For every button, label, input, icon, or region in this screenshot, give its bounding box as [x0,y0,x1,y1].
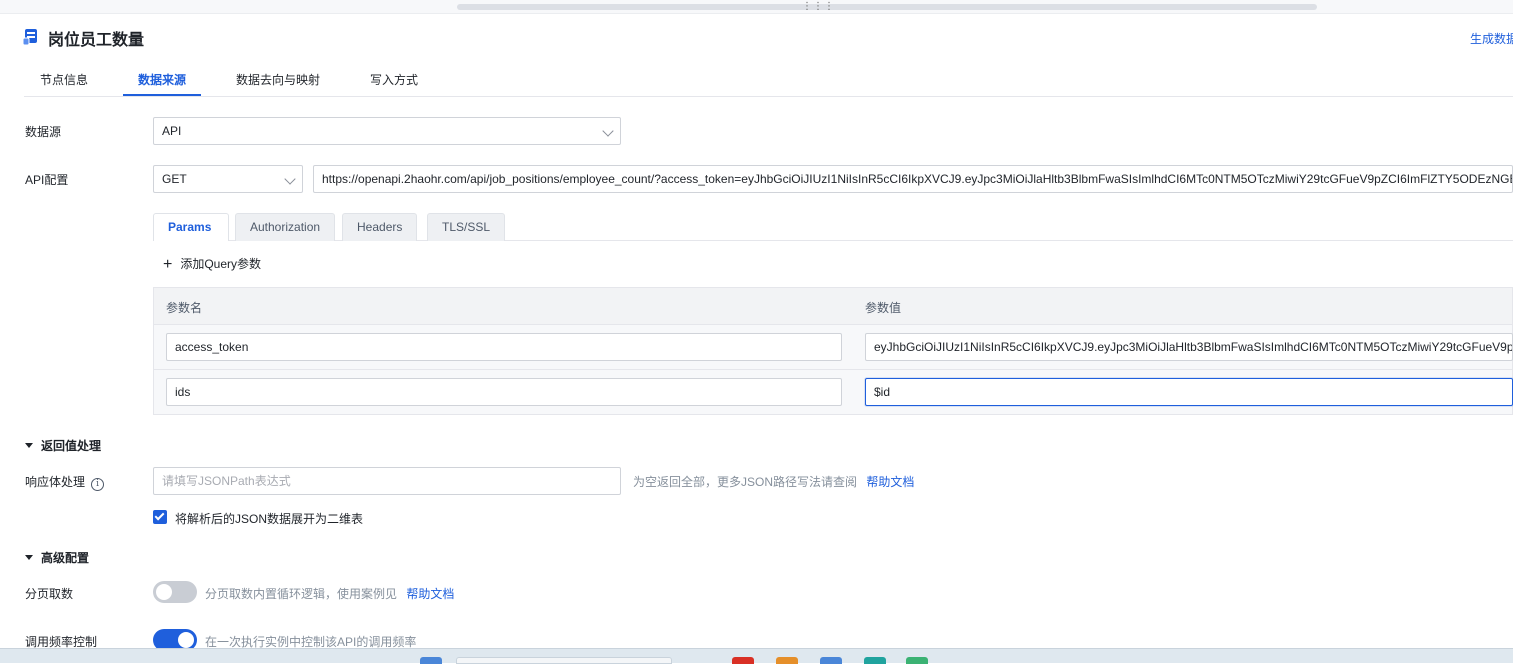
caret-down-icon [25,555,33,560]
toggle-knob [178,632,194,648]
param-name-input[interactable]: access_token [166,333,842,361]
active-tab-indicator [123,94,201,96]
table-row: access_token eyJhbGciOiJIUzI1NiIsInR5cCI… [154,325,1513,370]
plus-icon: + [163,256,173,273]
datasource-select-value: API [162,124,182,138]
param-value-value: $id [874,385,891,399]
add-query-param-button[interactable]: + 添加Query参数 [163,255,261,273]
params-table-header: 参数名 参数值 [154,288,1512,325]
return-section-title: 返回值处理 [41,439,102,453]
flatten-json-label: 将解析后的JSON数据展开为二维表 [175,512,364,526]
checkmark-icon [154,510,165,521]
jsonpath-hint-text: 为空返回全部，更多JSON路径写法请查阅 [633,475,858,489]
page-title: 岗位员工数量 [48,32,145,49]
subtab-authorization[interactable]: Authorization [235,213,336,241]
os-taskbar [0,648,1513,664]
datasource-select[interactable]: API [153,117,621,145]
response-body-label: 响应体处理 [25,475,86,489]
paging-hint-text: 分页取数内置循环逻辑，使用案例见 [205,587,398,601]
paging-toggle[interactable] [153,581,197,603]
jsonpath-hint: 为空返回全部，更多JSON路径写法请查阅 帮助文档 [633,473,914,490]
horizontal-scrollbar[interactable] [457,4,1317,10]
param-name-value: access_token [175,340,249,354]
page-header: 岗位员工数量 生成数据 [0,22,1513,52]
jsonpath-placeholder: 请填写JSONPath表达式 [162,474,291,488]
node-table-icon [22,29,37,46]
chevron-down-icon [284,173,296,185]
table-row: ids $id [154,370,1513,415]
advanced-section-toggle[interactable]: 高级配置 [25,549,89,566]
response-body-label-row: 响应体处理 i [25,473,105,491]
jsonpath-input[interactable]: 请填写JSONPath表达式 [153,467,621,495]
info-icon[interactable]: i [91,478,105,491]
param-value-input[interactable]: eyJhbGciOiJIUzI1NiIsInR5cCI6IkpXVCJ9.eyJ… [865,333,1513,361]
param-name-header: 参数名 [166,301,203,315]
paging-label: 分页取数 [25,587,74,601]
param-value-input[interactable]: $id [865,378,1513,406]
advanced-section-title: 高级配置 [41,551,90,565]
return-section-toggle[interactable]: 返回值处理 [25,437,101,454]
param-value-value: eyJhbGciOiJIUzI1NiIsInR5cCI6IkpXVCJ9.eyJ… [874,340,1513,354]
tab-data-destination-mapping[interactable]: 数据去向与映射 [236,71,320,88]
drag-handle-icon[interactable]: ⋮⋮⋮ [802,1,835,12]
toggle-knob [156,584,172,600]
subtab-headers[interactable]: Headers [342,213,418,241]
add-query-param-label: 添加Query参数 [180,257,262,271]
generate-data-link[interactable]: 生成数据 [1470,30,1513,47]
tab-write-mode[interactable]: 写入方式 [370,71,418,88]
paging-help-link[interactable]: 帮助文档 [406,587,454,601]
subtab-tls-ssl[interactable]: TLS/SSL [427,213,506,241]
api-config-label: API配置 [25,173,69,187]
http-method-value: GET [162,172,187,186]
tab-data-source[interactable]: 数据来源 [138,71,186,88]
window-top-strip: ⋮⋮⋮ [0,0,1513,14]
param-name-input[interactable]: ids [166,378,842,406]
params-table: 参数名 参数值 access_token eyJhbGciOiJIUzI1NiI… [153,287,1513,415]
flatten-json-checkbox[interactable] [153,510,167,524]
datasource-label: 数据源 [25,125,62,139]
request-subtabs: Params Authorization Headers TLS/SSL [153,213,1513,241]
main-tabs: 节点信息 数据来源 数据去向与映射 写入方式 [24,62,1513,97]
api-url-input[interactable]: https://openapi.2haohr.com/api/job_posit… [313,165,1513,193]
chevron-down-icon [602,125,614,137]
tab-node-info[interactable]: 节点信息 [40,71,88,88]
subtab-params[interactable]: Params [153,213,229,241]
paging-hint: 分页取数内置循环逻辑，使用案例见 帮助文档 [205,585,454,602]
api-url-value: https://openapi.2haohr.com/api/job_posit… [322,172,1513,186]
param-name-value: ids [175,385,191,399]
help-doc-link[interactable]: 帮助文档 [866,475,914,489]
caret-down-icon [25,443,33,448]
http-method-select[interactable]: GET [153,165,303,193]
param-value-header: 参数值 [865,301,902,315]
